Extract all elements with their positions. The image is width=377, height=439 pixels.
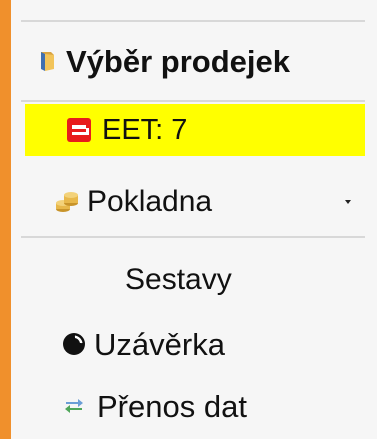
divider [21,236,365,238]
accent-bar [0,0,11,439]
divider [21,100,365,102]
eet-logo-icon [66,117,92,143]
menu-item-label: Pokladna [87,185,213,218]
transfer-arrows-icon [64,396,84,416]
folder-icon [38,49,56,73]
section-heading-sestavy: Sestavy [11,258,366,302]
menu-item-label: Uzávěrka [94,326,225,362]
menu-item-vyber-prodejek[interactable]: Výběr prodejek [11,36,366,86]
section-heading-label: Sestavy [125,263,232,296]
coins-icon [55,189,79,215]
menu-item-label: Přenos dat [97,388,247,424]
dropdown-caret-icon[interactable] [345,200,351,204]
moon-icon [61,331,87,357]
menu-item-label: Výběr prodejek [66,43,290,79]
menu-item-uzaverka[interactable]: Uzávěrka [11,320,366,368]
menu-item-pokladna[interactable]: Pokladna [11,178,366,226]
menu-item-prenos-dat[interactable]: Přenos dat [11,382,366,430]
eet-count-label: EET: 7 [102,113,188,146]
menu-item-eet[interactable]: EET: 7 [25,104,365,156]
divider [21,20,365,22]
